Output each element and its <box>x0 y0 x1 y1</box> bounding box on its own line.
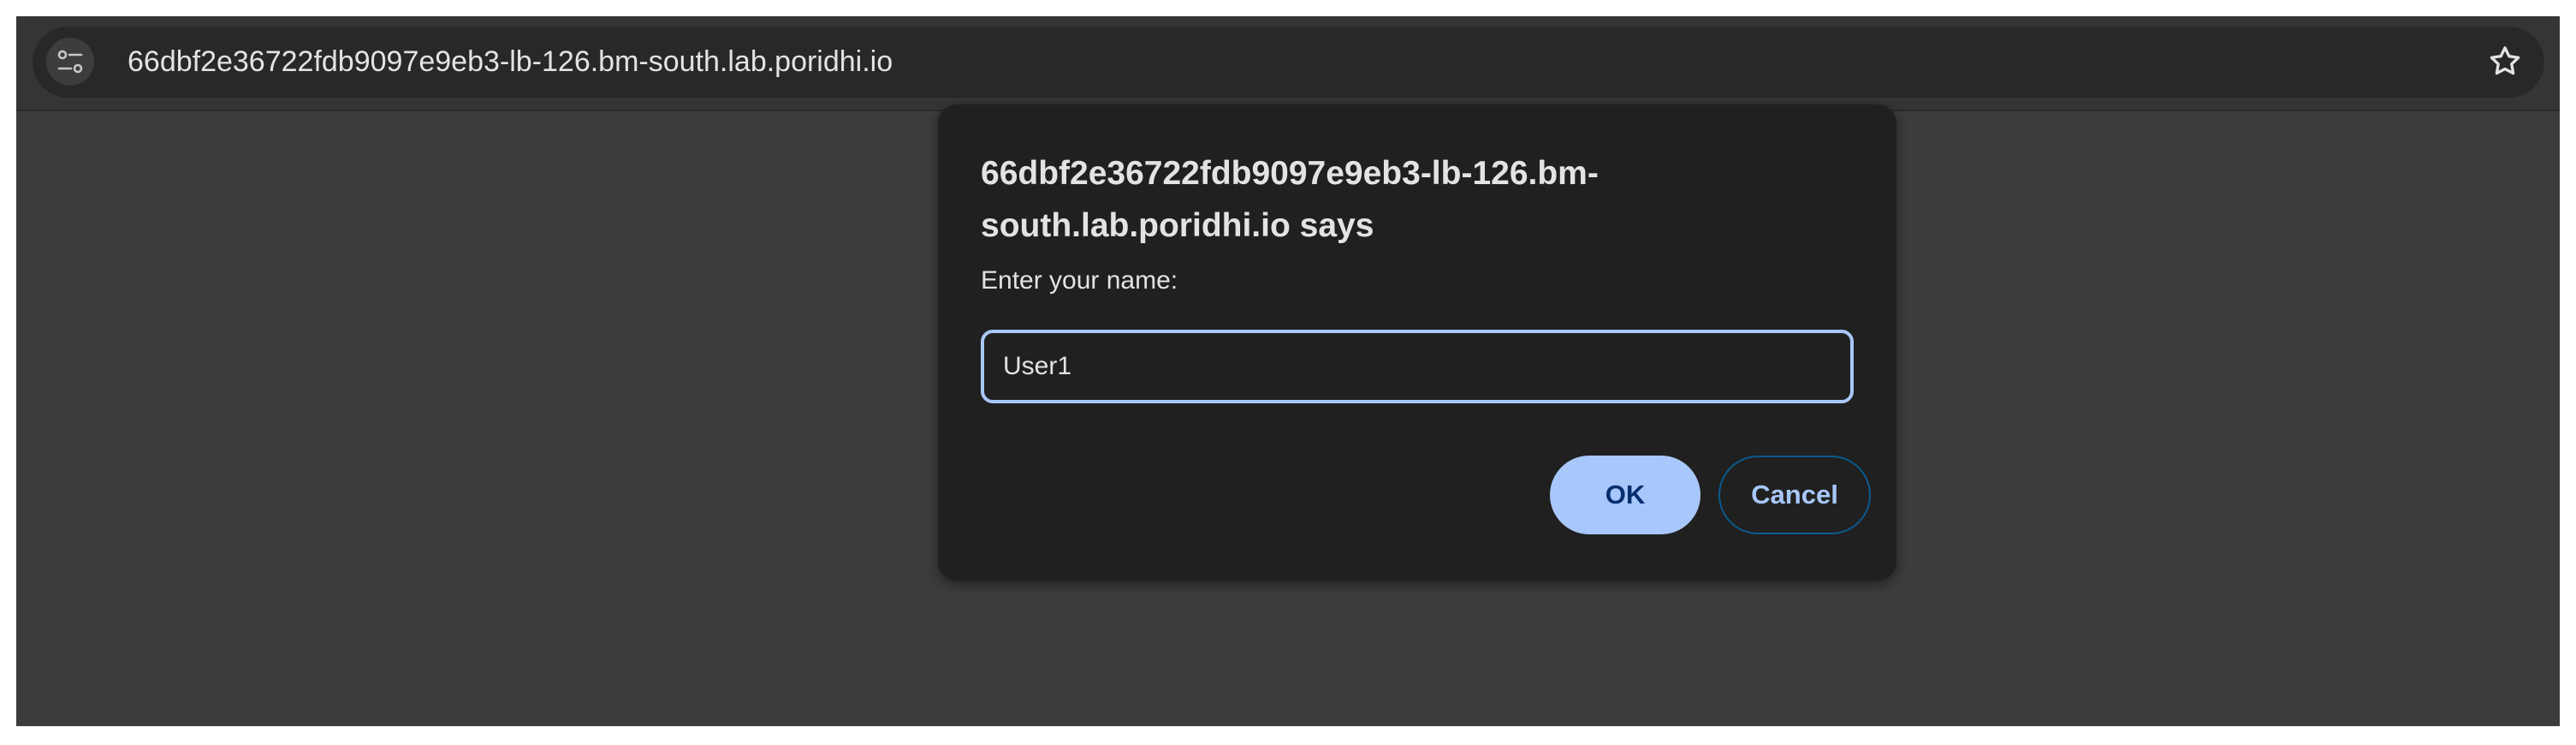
address-bar[interactable]: 66dbf2e36722fdb9097e9eb3-lb-126.bm-south… <box>33 27 2544 98</box>
dialog-title-line-1: 66dbf2e36722fdb9097e9eb3-lb-126.bm- <box>981 155 1599 192</box>
star-outline-icon <box>2490 46 2520 75</box>
name-input[interactable] <box>981 330 1854 403</box>
dialog-title-line-2: south.lab.poridhi.io says <box>981 207 1374 244</box>
cancel-button[interactable]: Cancel <box>1718 456 1871 534</box>
browser-window: 66dbf2e36722fdb9097e9eb3-lb-126.bm-south… <box>16 16 2560 726</box>
dialog-message: Enter your name: <box>981 266 1178 295</box>
url-text[interactable]: 66dbf2e36722fdb9097e9eb3-lb-126.bm-south… <box>128 27 893 98</box>
site-info-button[interactable] <box>46 38 94 86</box>
browser-toolbar: 66dbf2e36722fdb9097e9eb3-lb-126.bm-south… <box>16 16 2560 111</box>
bookmark-button[interactable] <box>2481 38 2529 86</box>
tune-icon <box>57 50 83 74</box>
dialog-title: 66dbf2e36722fdb9097e9eb3-lb-126.bm- sout… <box>981 147 1665 252</box>
ok-button[interactable]: OK <box>1550 456 1701 534</box>
prompt-dialog: 66dbf2e36722fdb9097e9eb3-lb-126.bm- sout… <box>938 104 1896 581</box>
